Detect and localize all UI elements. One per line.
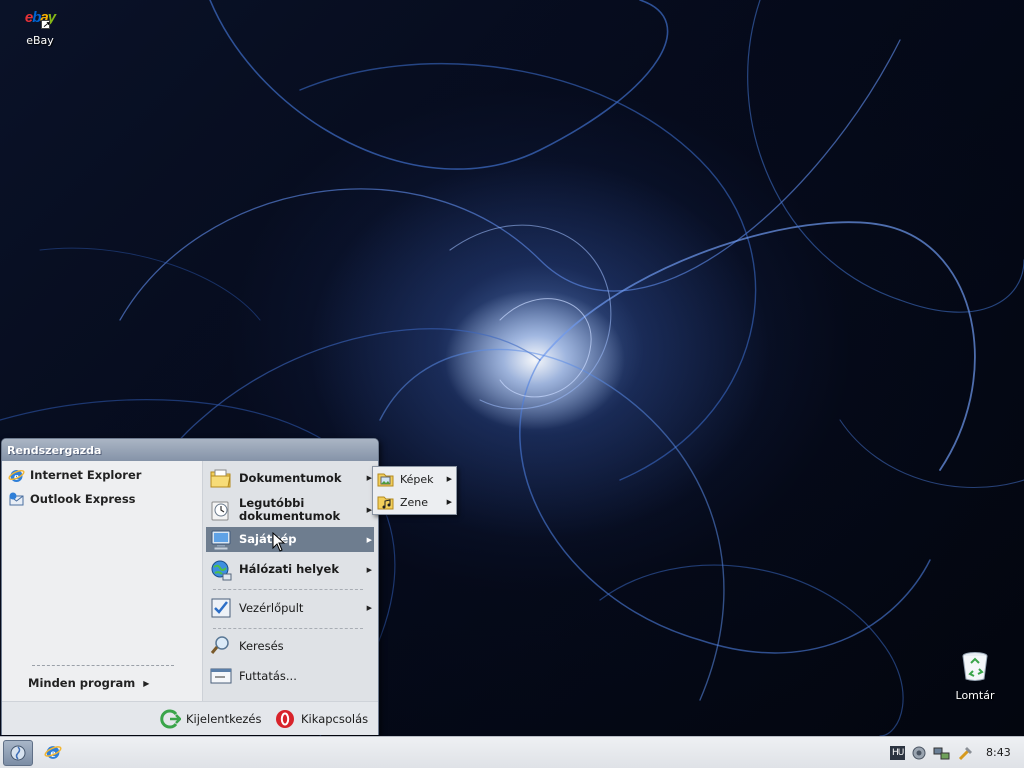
separator	[213, 628, 363, 629]
shutdown-button[interactable]: Kikapcsolás	[274, 709, 368, 729]
submenu-arrow-icon: ▶	[446, 475, 452, 483]
pinned-item-outlook-express[interactable]: Outlook Express	[8, 489, 136, 509]
start-menu: Rendszergazda e Internet Explorer Outloo…	[1, 438, 379, 735]
menu-item-label: Dokumentumok	[239, 470, 342, 485]
menu-item-recent-documents[interactable]: Legutóbbi dokumentumok ▶	[206, 495, 374, 525]
network-status-icon[interactable]	[933, 745, 951, 761]
arrow-right-icon: ▶	[143, 678, 150, 688]
menu-item-label: Legutóbbi dokumentumok	[239, 496, 341, 523]
pictures-folder-icon	[377, 473, 394, 487]
menu-item-control-panel[interactable]: Vezérlőpult ▶	[206, 595, 374, 621]
recent-documents-icon	[211, 501, 229, 521]
submenu-arrow-icon: ▶	[366, 565, 372, 574]
menu-item-my-computer[interactable]: Sajátgép ▶	[206, 527, 374, 552]
menu-item-label: Keresés	[239, 638, 284, 653]
run-icon	[210, 668, 232, 684]
my-computer-icon	[211, 530, 231, 550]
desktop-icon-ebay[interactable]: ebay ↗ eBay	[5, 6, 75, 47]
submenu-item-music[interactable]: Zene ▶	[375, 491, 455, 513]
menu-item-label: Sajátgép	[239, 532, 297, 546]
start-menu-places-pane: Dokumentumok ▶ Legutóbbi dokumentumok ▶ …	[202, 461, 378, 701]
taskbar: e HU 8:43	[0, 736, 1024, 768]
start-logo-icon	[10, 745, 26, 761]
submenu-arrow-icon: ▶	[366, 535, 372, 544]
submenu-item-label: Képek	[400, 472, 434, 486]
start-menu-user-name: Rendszergazda	[2, 439, 378, 461]
power-icon	[276, 710, 294, 728]
documents-submenu: Képek ▶ Zene ▶	[372, 466, 457, 515]
music-folder-icon	[377, 496, 394, 510]
logoff-icon	[160, 709, 181, 729]
shutdown-label: Kikapcsolás	[301, 712, 369, 726]
recycle-bin-icon	[962, 652, 988, 681]
tools-icon[interactable]	[957, 745, 975, 761]
menu-item-search[interactable]: Keresés	[206, 633, 374, 659]
menu-item-label: Futtatás...	[239, 668, 297, 683]
submenu-arrow-icon: ▶	[446, 498, 452, 506]
network-places-icon	[211, 560, 232, 580]
logoff-button[interactable]: Kijelentkezés	[159, 709, 262, 729]
menu-item-label: Hálózati helyek	[239, 562, 339, 576]
menu-item-label: Vezérlőpult	[239, 600, 304, 615]
separator	[213, 589, 363, 590]
language-indicator[interactable]: HU	[890, 746, 906, 760]
pinned-item-label: Outlook Express	[30, 492, 136, 506]
control-panel-icon	[211, 598, 231, 618]
folder-documents-icon	[210, 469, 231, 488]
desktop-icon-label: Lomtár	[955, 689, 995, 702]
search-icon	[210, 636, 229, 654]
system-tray: HU	[890, 742, 975, 764]
menu-item-run[interactable]: Futtatás...	[206, 663, 374, 689]
start-button[interactable]	[3, 740, 33, 766]
quicklaunch-internet-explorer[interactable]: e	[44, 743, 62, 764]
start-menu-footer: Kijelentkezés Kikapcsolás	[2, 701, 378, 735]
speaker-icon[interactable]	[911, 745, 927, 761]
menu-item-documents[interactable]: Dokumentumok ▶	[206, 465, 374, 491]
submenu-item-pictures[interactable]: Képek ▶	[375, 468, 455, 490]
shortcut-arrow-icon: ↗	[41, 20, 50, 29]
internet-explorer-icon: e	[8, 469, 25, 483]
submenu-arrow-icon: ▶	[366, 604, 372, 612]
outlook-express-icon	[9, 492, 24, 505]
menu-item-network-places[interactable]: Hálózati helyek ▶	[206, 557, 374, 582]
clock[interactable]: 8:43	[986, 746, 1011, 759]
internet-explorer-icon: e	[44, 746, 62, 760]
separator	[32, 665, 174, 666]
start-menu-pinned-pane: e Internet Explorer Outlook Express Mind…	[2, 461, 202, 701]
mouse-cursor-icon	[272, 532, 286, 552]
pinned-item-label: Internet Explorer	[30, 468, 142, 482]
desktop-icon-label: eBay	[26, 34, 54, 47]
desktop-icon-recycle-bin[interactable]: Lomtár	[940, 650, 1010, 702]
logoff-label: Kijelentkezés	[186, 712, 262, 726]
pinned-item-internet-explorer[interactable]: e Internet Explorer	[8, 465, 141, 485]
submenu-item-label: Zene	[400, 495, 429, 509]
all-programs-label: Minden program	[28, 676, 136, 690]
ebay-icon: ebay ↗	[23, 6, 57, 30]
all-programs-button[interactable]: Minden program ▶	[28, 676, 149, 690]
